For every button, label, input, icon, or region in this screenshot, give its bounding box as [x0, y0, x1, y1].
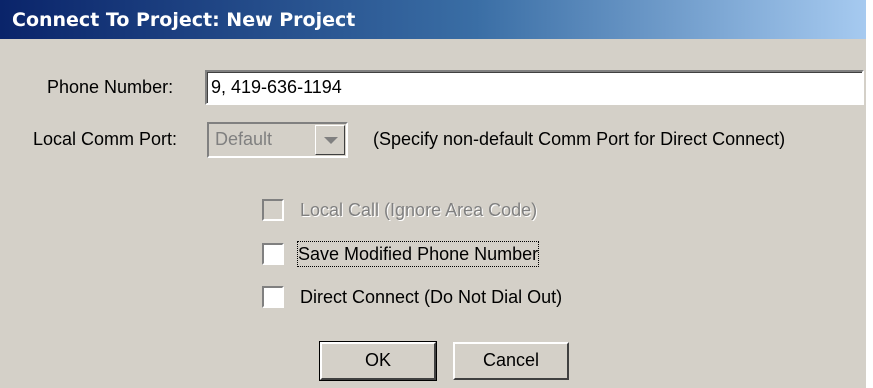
- save-modified-phone-checkbox[interactable]: [262, 243, 284, 265]
- phone-number-input[interactable]: [205, 70, 864, 105]
- chevron-down-icon: [324, 137, 338, 144]
- direct-connect-label[interactable]: Direct Connect (Do Not Dial Out): [300, 285, 562, 309]
- save-modified-phone-label[interactable]: Save Modified Phone Number: [296, 241, 540, 267]
- comm-port-hint: (Specify non-default Comm Port for Direc…: [373, 129, 786, 149]
- local-comm-port-label: Local Comm Port:: [33, 129, 178, 149]
- comm-port-dropdown-button[interactable]: [315, 125, 345, 155]
- comm-port-selected-value: Default: [215, 129, 273, 149]
- local-call-checkbox: [262, 199, 284, 221]
- cancel-button[interactable]: Cancel: [453, 342, 569, 380]
- direct-connect-option[interactable]: Direct Connect (Do Not Dial Out): [262, 285, 642, 311]
- window-title: Connect To Project: New Project: [12, 9, 356, 31]
- local-call-option: Local Call (Ignore Area Code): [262, 198, 622, 224]
- comm-port-select[interactable]: Default: [207, 122, 348, 158]
- phone-number-label: Phone Number:: [47, 77, 174, 97]
- title-bar[interactable]: Connect To Project: New Project: [0, 0, 866, 39]
- local-call-label: Local Call (Ignore Area Code): [300, 200, 538, 220]
- direct-connect-checkbox[interactable]: [262, 286, 284, 308]
- connect-dialog: Connect To Project: New Project Phone Nu…: [0, 0, 866, 388]
- save-modified-option[interactable]: Save Modified Phone Number: [262, 241, 622, 268]
- ok-button[interactable]: OK: [319, 341, 437, 381]
